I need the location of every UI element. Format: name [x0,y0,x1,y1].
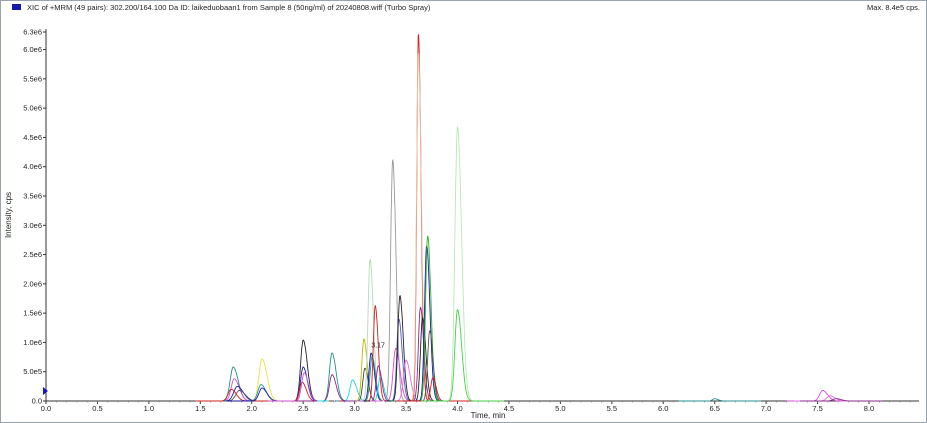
y-tick-label: 5.5e6 [23,74,42,83]
y-tick-label: 3.0e6 [23,221,42,230]
y-tick-label: 5.0e6 [23,104,42,113]
y-tick-label: 6.3e6 [23,28,42,37]
axes [43,29,919,402]
x-tick-label: 1.5 [195,404,205,413]
x-tick-label: 6.0 [658,404,668,413]
x-tick-label: 3.0 [349,404,359,413]
x-tick-label: 6.5 [709,404,719,413]
xic-trace [339,305,422,402]
y-tick-label: 1.0e6 [23,338,42,347]
xic-trace [226,387,308,402]
xic-trace [678,398,761,402]
y-axis-ticks: 0.05.0e51.0e61.5e62.0e62.5e63.0e63.5e64.… [23,28,46,406]
chromatogram-window: XIC of +MRM (49 pairs): 302.200/164.100 … [0,0,927,423]
x-tick-label: 2.0 [247,404,257,413]
x-tick-label: 5.5 [607,404,617,413]
x-tick-label: 0.5 [92,404,102,413]
xic-trace [203,390,286,402]
y-tick-label: 4.5e6 [23,133,42,142]
y-tick-label: 3.5e6 [23,192,42,201]
y-axis-label: Intensity, cps [4,192,13,238]
chromatogram-plot[interactable]: 0.0 5.0e5 1.0e6 1.5e6 2.0e6 2.5e6 3.0e6 3.5e6 4.… [1,1,926,422]
peak-rt-label: 3.17 [371,342,385,349]
xic-traces [195,34,883,402]
y-tick-label: 2.0e6 [23,279,42,288]
x-tick-label: 5.0 [555,404,565,413]
x-tick-label: 7.5 [812,404,822,413]
y-tick-label: 4.0e6 [23,162,42,171]
x-axis-label: Time, min [471,411,506,420]
xic-trace [267,339,350,402]
peak-annotations: 3.17 [371,342,385,349]
x-tick-label: 3.5 [401,404,411,413]
xic-trace [195,388,278,402]
x-tick-label: 2.5 [298,404,308,413]
xic-trace [786,390,869,402]
y-tick-label: 1.5e6 [23,309,42,318]
y-tick-label: 2.5e6 [23,250,42,259]
x-tick-label: 4.0 [452,404,462,413]
x-tick-label: 0.0 [41,404,51,413]
y-tick-label: 5.0e5 [23,367,42,376]
x-tick-label: 8.0 [864,404,874,413]
x-tick-label: 7.0 [761,404,771,413]
y-tick-label: 6.0e6 [23,45,42,54]
x-tick-label: 1.0 [144,404,154,413]
